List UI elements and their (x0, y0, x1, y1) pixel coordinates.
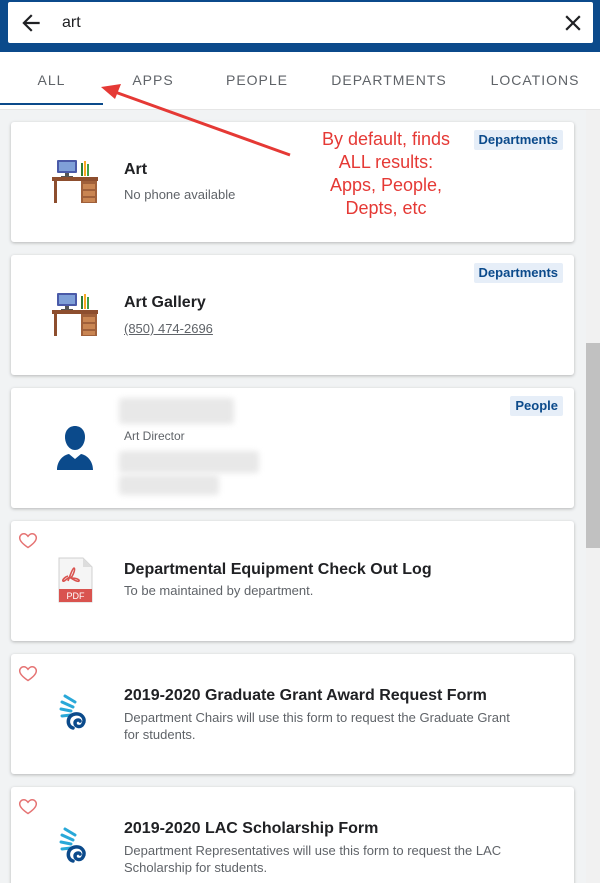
category-badge: People (510, 396, 563, 416)
annotation-line: Depts, etc (345, 198, 427, 218)
nautilus-logo-icon (59, 694, 86, 730)
result-subtitle: To be maintained by department. (124, 583, 314, 598)
result-title: Art Gallery (124, 294, 206, 311)
filter-tabs: ALL APPS PEOPLE DEPARTMENTS LOCATIONS (0, 52, 600, 110)
result-card[interactable]: PDF Departmental Equipment Check Out Log… (11, 521, 574, 641)
result-title: 2019-2020 Graduate Grant Award Request F… (124, 687, 487, 704)
result-card[interactable]: People Art Director (11, 388, 574, 508)
active-tab-indicator (0, 103, 103, 105)
category-badge: Departments (473, 263, 563, 283)
scrollbar-thumb[interactable] (586, 343, 600, 548)
person-role: Art Director (124, 429, 185, 443)
result-card[interactable]: Departments Art No phone available (11, 122, 574, 242)
tab-apps[interactable]: APPS (103, 52, 203, 108)
search-bar (8, 2, 593, 43)
result-title: 2019-2020 LAC Scholarship Form (124, 820, 379, 837)
desk-icon (52, 293, 98, 336)
result-card[interactable]: 2019-2020 LAC Scholarship Form Departmen… (11, 787, 574, 883)
nautilus-logo-icon (59, 827, 86, 863)
result-title: Art (124, 161, 148, 178)
clear-search-button[interactable] (560, 10, 586, 36)
close-icon (565, 15, 581, 31)
annotation-callout: By default, finds ALL results: Apps, Peo… (298, 128, 474, 220)
tab-departments[interactable]: DEPARTMENTS (320, 52, 458, 108)
annotation-line: Apps, People, (329, 175, 443, 195)
annotation-line: ALL results: (338, 152, 434, 172)
pdf-icon: PDF (58, 557, 93, 603)
result-card[interactable]: Departments Art Gallery (850) 474-2696 (11, 255, 574, 375)
tab-locations[interactable]: LOCATIONS (478, 52, 592, 108)
arrow-left-icon (22, 14, 40, 32)
back-button[interactable] (18, 10, 44, 36)
result-title: Departmental Equipment Check Out Log (124, 561, 432, 578)
redacted-name (119, 398, 234, 424)
heart-icon[interactable] (18, 796, 38, 816)
redacted-contact (119, 475, 219, 495)
tab-people[interactable]: PEOPLE (207, 52, 307, 108)
top-bar (0, 0, 600, 52)
redacted-contact (119, 451, 259, 473)
heart-icon[interactable] (18, 663, 38, 683)
results-list: Departments Art No phone available Depar… (0, 110, 586, 883)
heart-icon[interactable] (18, 530, 38, 550)
phone-link[interactable]: (850) 474-2696 (124, 321, 213, 336)
search-input[interactable] (62, 10, 532, 36)
person-icon (57, 426, 93, 470)
result-subtitle: Department Representatives will use this… (124, 843, 502, 875)
tab-all[interactable]: ALL (0, 52, 103, 108)
desk-icon (52, 160, 98, 203)
result-card[interactable]: 2019-2020 Graduate Grant Award Request F… (11, 654, 574, 774)
category-badge: Departments (473, 130, 563, 150)
pdf-label: PDF (67, 591, 86, 601)
annotation-line: By default, finds (321, 129, 451, 149)
result-subtitle: Department Chairs will use this form to … (124, 710, 510, 742)
